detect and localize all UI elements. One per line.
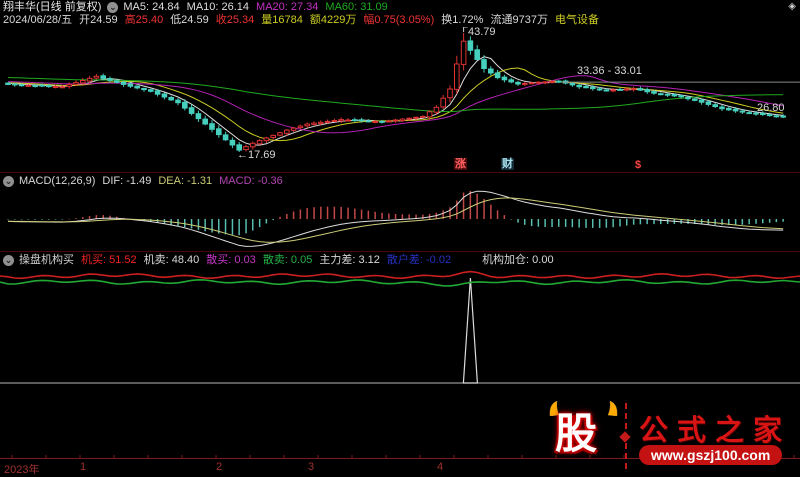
ma5-label: MA5: 24.84 [123,1,179,13]
panel-divider-2 [0,251,800,252]
logo-site-url[interactable]: www.gszj100.com [639,445,782,465]
watermark-zhang: 涨 [454,158,467,170]
macd-label: MACD: -0.36 [219,175,283,187]
float-label: 流通9737万 [490,14,547,27]
panel-divider [0,172,800,173]
open-label: 开24.59 [79,14,118,27]
close-label: 收25.34 [216,14,255,27]
indicator-title: 操盘机构买 [19,254,74,266]
high-label: 高25.40 [125,14,164,27]
zhuli-diff-label: 主力差: 3.12 [319,254,380,266]
axis-month-label: 1 [80,461,86,473]
axis-month-label: 4 [437,461,443,473]
header-line-1: 翔丰华(日线 前复权) ⌄ MA5: 24.84 MA10: 26.14 MA20:… [3,1,395,14]
volume-label: 量16784 [261,14,303,27]
dif-label: DIF: -1.49 [102,175,151,187]
jimai-sell-label: 机卖: 48.40 [144,254,200,266]
watermark-dollar: $ [634,159,642,171]
corner-diamond-icon[interactable]: ◈ [788,1,796,12]
axis-month-label: 2 [216,461,222,473]
low-label: 低24.59 [170,14,209,27]
collapse-indicator-icon[interactable]: ⌄ [3,255,14,266]
sanmai-label: 散买: 0.03 [206,254,256,266]
stock-title: 翔丰华(日线 前复权) [3,1,101,14]
logo-gu-mark: 股 [555,409,597,461]
collapse-main-icon[interactable]: ⌄ [107,2,118,13]
macd-labels: MACD(12,26,9) DIF: -1.49 DEA: -1.31 MACD: -… [19,175,290,188]
dea-label: DEA: -1.31 [158,175,212,187]
jigou-jiacang-label: 机构加仓: 0.00 [482,254,554,266]
main-candlestick-chart[interactable] [0,27,800,173]
quote-info-line: 2024/06/28/五开24.59 高25.40 低24.59 收25.34 量167… [3,14,606,27]
bull-horn-right-icon [605,401,618,416]
right-price-label: 26.80 [757,102,785,114]
peak-price-label: 43.79 [468,26,496,38]
macd-title: MACD(12,26,9) [19,175,95,187]
axis-month-label: 3 [308,461,314,473]
ma10-label: MA10: 26.14 [187,1,249,13]
ma-labels: MA5: 24.84 MA10: 26.14 MA20: 27.34 MA60: 31… [123,1,394,14]
stock-app-window: 翔丰华(日线 前复权) ⌄ MA5: 24.84 MA10: 26.14 MA20:… [0,0,800,477]
industry-label: 电气设备 [555,14,599,27]
logo-site-name: 公式之家 [639,407,791,449]
ma60-label: MA60: 31.09 [325,1,387,13]
watermark-cai: 财 [501,158,514,170]
indicator-header: ⌄ 操盘机构买机买: 51.52 机卖: 48.40 散买: 0.03 散卖: 0.0… [3,254,561,267]
amount-label: 额4229万 [310,14,356,27]
level-price-label: 33.36 - 33.01 [577,65,642,77]
indicator-labels: 操盘机构买机买: 51.52 机卖: 48.40 散买: 0.03 散卖: 0.05 主… [19,254,561,267]
ma20-label: MA20: 27.34 [256,1,318,13]
collapse-macd-icon[interactable]: ⌄ [3,176,14,187]
axis-year-label: 2023年 [4,461,39,477]
sanhu-diff-label: 散户差: -0.02 [387,254,451,266]
site-logo: 股 公式之家 www.gszj100.com [547,399,792,475]
jimai-label: 机买: 51.52 [81,254,137,266]
sanmai-sell-label: 散卖: 0.05 [263,254,313,266]
change-label: 幅0.75(3.05%) [363,14,434,27]
macd-chart[interactable] [0,189,800,251]
low-price-label: ←17.69 [237,149,276,161]
logo-divider [625,403,627,469]
date-label: 2024/06/28/五 [3,14,72,27]
macd-header: ⌄ MACD(12,26,9) DIF: -1.49 DEA: -1.31 MACD:… [3,175,290,188]
